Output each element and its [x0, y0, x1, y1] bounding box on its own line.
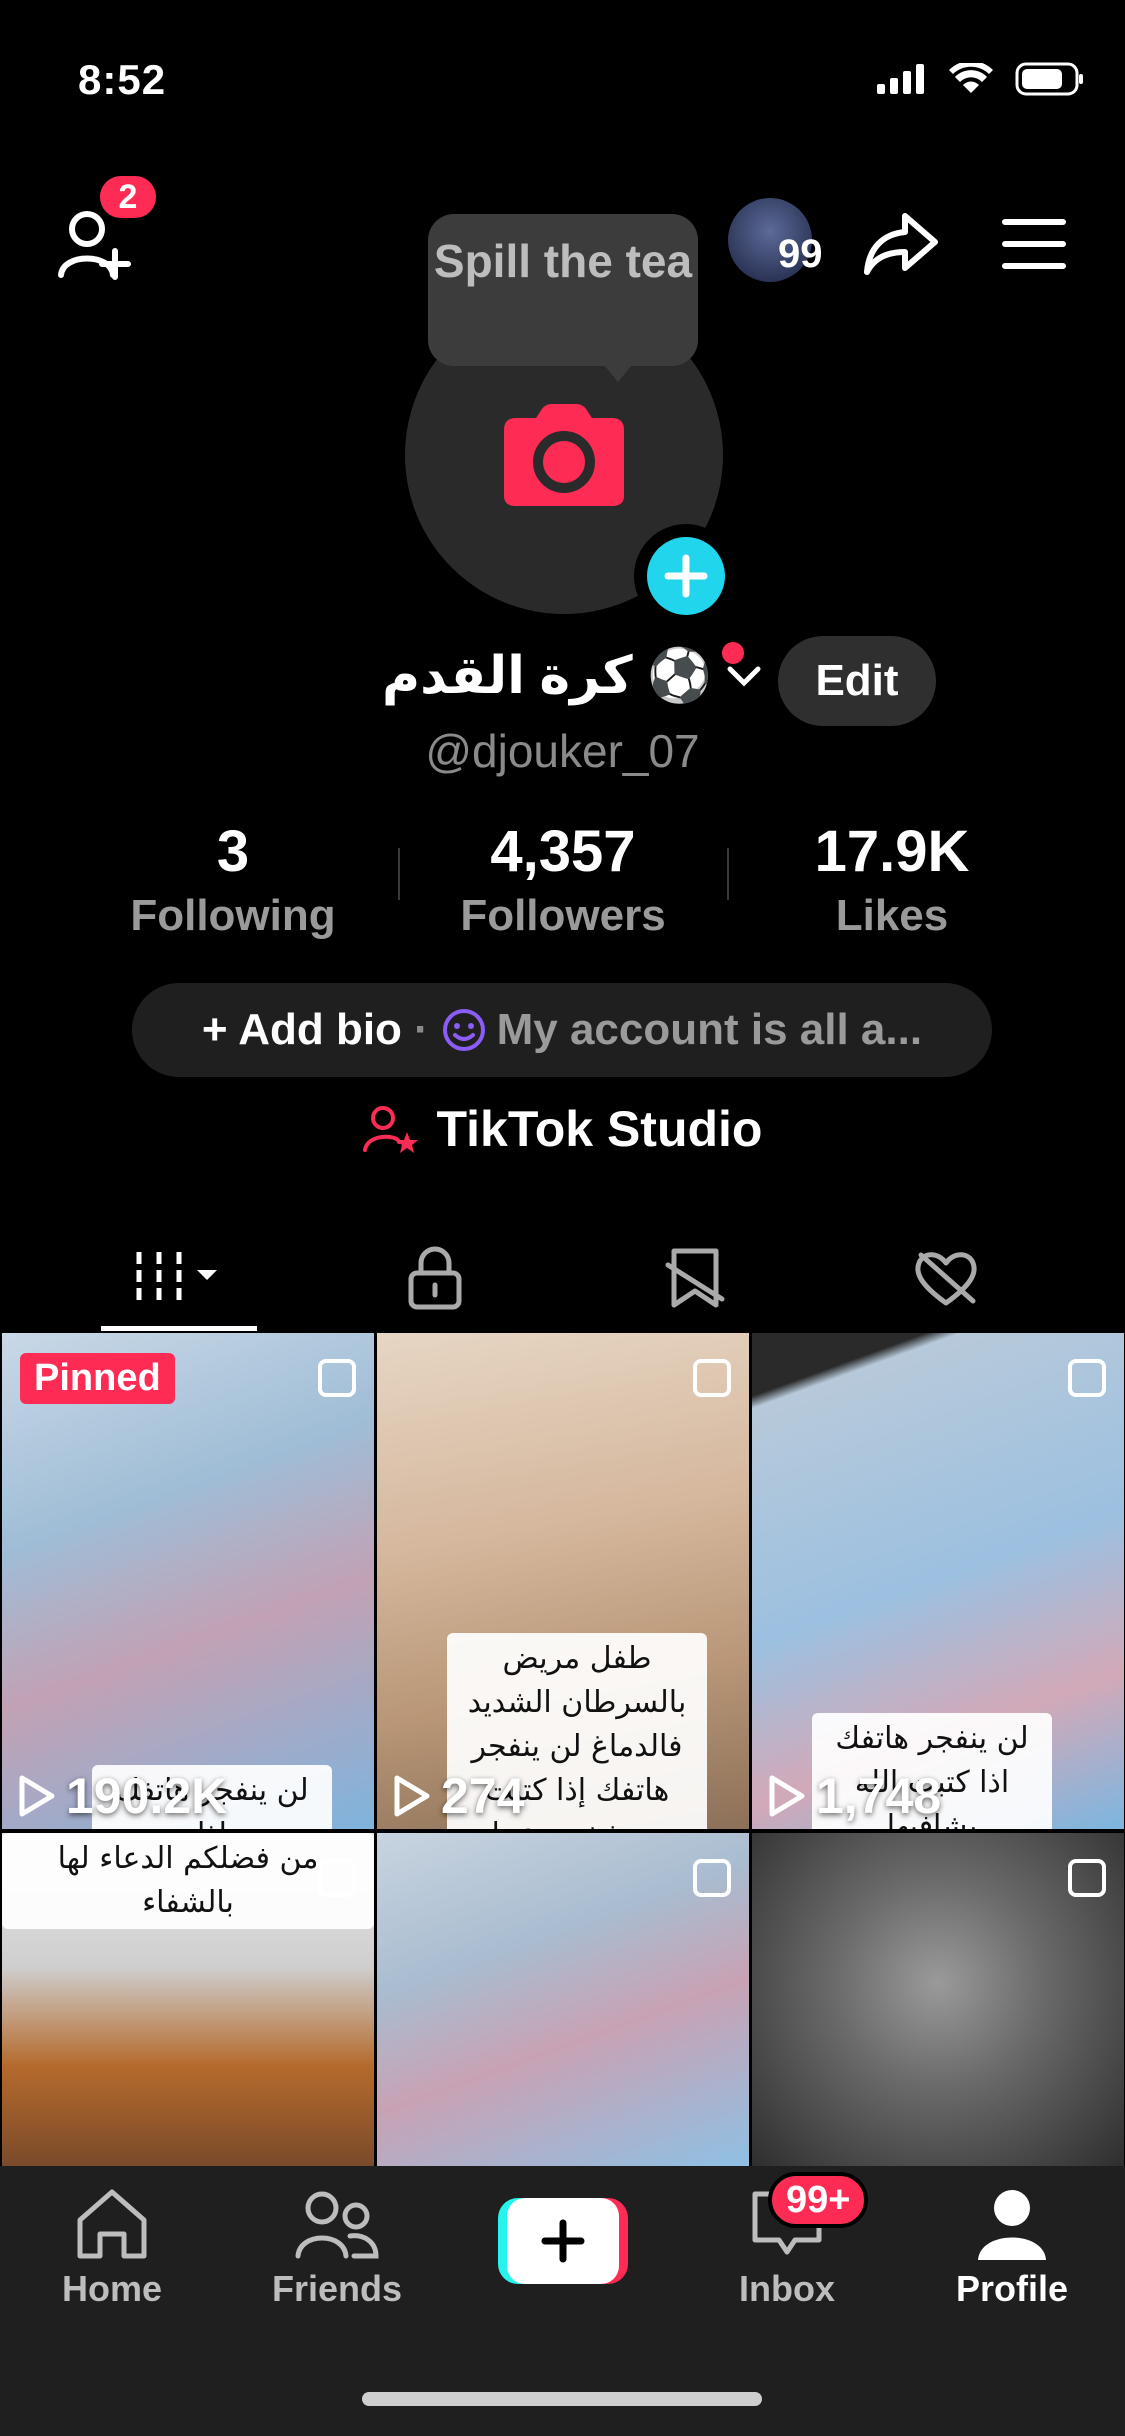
share-icon: [864, 213, 938, 275]
view-count-text: 190.2K: [66, 1768, 228, 1824]
cellular-signal-icon: [877, 64, 924, 94]
add-photo-circle: [647, 537, 725, 615]
likes-label: Likes: [835, 891, 949, 940]
multi-clip-icon: [693, 1859, 731, 1897]
bio-note: My account is all a...: [496, 1005, 923, 1054]
stat-followers[interactable]: 4,357 Followers: [398, 818, 728, 941]
home-indicator: [362, 2392, 762, 2406]
video-thumbnail[interactable]: طفل مريض بالسرطان الشديد فالدماغ لن ينفج…: [377, 1333, 749, 1829]
friends-icon: [295, 2191, 379, 2259]
friends-badge: 2: [96, 172, 160, 222]
following-label: Following: [130, 891, 336, 940]
following-count: 3: [216, 819, 250, 884]
create-button[interactable]: [498, 2198, 628, 2284]
tab-private[interactable]: [294, 1226, 575, 1330]
hamburger-menu-icon: [1002, 219, 1066, 269]
status-time: 8:52: [78, 56, 167, 103]
profile-icon: [978, 2190, 1046, 2260]
video-thumbnail[interactable]: [752, 1833, 1124, 2166]
notification-dot: [722, 642, 744, 664]
stat-likes[interactable]: 17.9K Likes: [727, 818, 1057, 941]
nav-inbox-label: Inbox: [739, 2268, 835, 2309]
active-tab-indicator: [101, 1326, 257, 1331]
video-thumbnail[interactable]: لن ينفجر هاتفك اذا كتبت الله يشافيها 1,7…: [752, 1333, 1124, 1829]
tooltip-tail: [600, 360, 636, 382]
heart-hidden-icon: [914, 1252, 977, 1306]
edit-profile-button[interactable]: Edit: [778, 636, 936, 726]
multi-clip-icon: [693, 1359, 731, 1397]
video-thumbnail[interactable]: [377, 1833, 749, 2166]
nav-home-label: Home: [61, 2268, 163, 2309]
plus-icon: [541, 2219, 585, 2263]
nav-friends[interactable]: Friends: [237, 2186, 437, 2310]
multi-clip-icon: [1068, 1859, 1106, 1897]
tiktok-studio-link[interactable]: TikTok Studio: [0, 1100, 1125, 1158]
nav-friends-label: Friends: [271, 2268, 403, 2309]
tab-reposts[interactable]: [554, 1226, 835, 1330]
play-icon: [19, 1775, 55, 1817]
tooltip: Spill the tea: [428, 214, 698, 366]
nav-profile-label: Profile: [955, 2268, 1069, 2309]
view-count: 274: [391, 1767, 524, 1825]
profile-handle: @djouker_07: [425, 725, 700, 777]
stat-following[interactable]: 3 Following: [68, 818, 398, 941]
share-button[interactable]: [858, 200, 944, 286]
avatar-count: 99: [778, 232, 823, 276]
multi-clip-icon: [318, 1859, 356, 1897]
add-bio-button[interactable]: + Add bio · My account is all a...: [132, 983, 992, 1077]
tab-videos[interactable]: [40, 1226, 321, 1330]
followers-label: Followers: [460, 891, 666, 940]
wifi-icon: [949, 63, 993, 93]
nav-profile[interactable]: Profile: [912, 2186, 1112, 2310]
lock-icon: [408, 1246, 461, 1310]
name-row[interactable]: كرة القدم ⚽️: [382, 645, 764, 706]
view-count: 1,748: [766, 1767, 941, 1825]
followers-count: 4,357: [490, 819, 636, 884]
status-icons: [877, 62, 1085, 96]
camera-icon: [504, 404, 624, 506]
multi-clip-icon: [318, 1359, 356, 1397]
video-thumbnail[interactable]: من فضلكم الدعاء لها بالشفاء: [2, 1833, 374, 2166]
inbox-badge: 99+: [768, 2172, 869, 2228]
smiley-icon: [442, 1009, 485, 1051]
nav-home[interactable]: Home: [12, 2186, 212, 2310]
play-icon: [394, 1775, 430, 1817]
view-count-text: 1,748: [816, 1768, 942, 1824]
play-icon: [769, 1775, 805, 1817]
video-thumbnail[interactable]: Pinned لن ينفجر هاتفك اذا 190.2K: [2, 1333, 374, 1829]
home-icon: [77, 2189, 147, 2259]
tiktok-studio-label: TikTok Studio: [436, 1101, 763, 1157]
view-count-text: 274: [441, 1768, 525, 1824]
bio-separator: ·: [413, 1005, 429, 1054]
likes-count: 17.9K: [814, 819, 970, 884]
menu-button[interactable]: [994, 204, 1074, 284]
create-button-face: [507, 2198, 619, 2284]
studio-person-star-icon: [362, 1106, 418, 1153]
add-photo-button[interactable]: [634, 524, 738, 628]
pinned-badge: Pinned: [20, 1353, 175, 1404]
multi-clip-icon: [1068, 1359, 1106, 1397]
bookmark-hidden-icon: [665, 1248, 724, 1308]
add-bio-label: + Add bio: [201, 1005, 402, 1054]
battery-icon: [1015, 62, 1083, 96]
plus-icon: [664, 554, 708, 598]
profile-name: كرة القدم ⚽️: [382, 647, 712, 705]
grid-videos-icon: [136, 1252, 217, 1304]
view-count: 190.2K: [16, 1767, 227, 1825]
tab-liked[interactable]: [805, 1226, 1086, 1330]
chevron-down-icon: [727, 666, 761, 687]
